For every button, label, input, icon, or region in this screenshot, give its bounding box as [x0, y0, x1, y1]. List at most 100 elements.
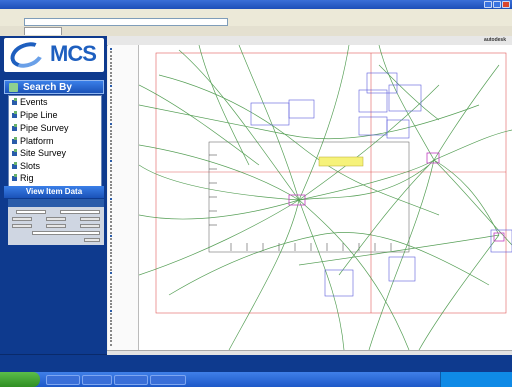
layer-row[interactable] — [110, 122, 140, 125]
layer-row[interactable] — [110, 231, 140, 234]
form-button[interactable] — [80, 224, 100, 228]
layer-row[interactable] — [110, 105, 140, 108]
layer-row[interactable] — [110, 214, 140, 217]
windows-start-button[interactable] — [0, 372, 40, 387]
layer-row[interactable] — [110, 156, 140, 159]
form-field[interactable] — [32, 231, 100, 235]
layer-row[interactable] — [110, 248, 140, 251]
minimize-icon[interactable] — [484, 1, 492, 8]
map-canvas[interactable] — [139, 45, 512, 350]
highlight-label[interactable] — [318, 156, 364, 167]
layer-row[interactable] — [110, 340, 140, 343]
layer-row[interactable] — [110, 292, 140, 295]
layer-row[interactable] — [110, 71, 140, 74]
layer-row[interactable] — [110, 61, 140, 64]
search-item-events[interactable]: Events — [12, 97, 48, 107]
form-button[interactable] — [12, 224, 32, 228]
layer-row[interactable] — [110, 51, 140, 54]
layer-row[interactable] — [110, 153, 140, 156]
search-item-site-survey[interactable]: Site Survey — [12, 148, 66, 158]
layer-row[interactable] — [110, 170, 140, 173]
layer-row[interactable] — [110, 306, 140, 309]
layer-row[interactable] — [110, 337, 140, 339]
address-input[interactable] — [24, 18, 228, 26]
layer-row[interactable] — [110, 207, 140, 210]
layer-row[interactable] — [110, 313, 140, 316]
layer-row[interactable] — [110, 282, 140, 285]
search-item-rig[interactable]: Rig — [12, 173, 34, 183]
layer-row[interactable] — [110, 245, 140, 248]
layer-row[interactable] — [110, 255, 140, 258]
layer-row[interactable] — [110, 92, 140, 95]
layer-row[interactable] — [110, 262, 140, 265]
taskbar-item[interactable] — [46, 375, 80, 385]
layer-row[interactable] — [110, 194, 140, 197]
form-field[interactable] — [16, 210, 46, 214]
taskbar-item[interactable] — [150, 375, 186, 385]
layer-row[interactable] — [110, 197, 140, 200]
form-field[interactable] — [60, 210, 100, 214]
go-button[interactable] — [84, 238, 100, 242]
layer-row[interactable] — [110, 116, 140, 118]
layer-row[interactable] — [110, 129, 140, 132]
layer-row[interactable] — [110, 78, 140, 81]
layer-row[interactable] — [110, 48, 140, 50]
layer-row[interactable] — [110, 272, 140, 275]
layer-row[interactable] — [110, 150, 140, 152]
layer-row[interactable] — [110, 126, 140, 129]
search-item-pipe-survey[interactable]: Pipe Survey — [12, 123, 69, 133]
layer-row[interactable] — [110, 309, 140, 312]
layer-row[interactable] — [110, 82, 140, 84]
close-icon[interactable] — [502, 1, 510, 8]
layer-row[interactable] — [110, 269, 140, 271]
layer-row[interactable] — [110, 286, 140, 288]
layer-row[interactable] — [110, 187, 140, 190]
layer-row[interactable] — [110, 58, 140, 61]
layer-row[interactable] — [110, 119, 140, 122]
layer-row[interactable] — [110, 326, 140, 329]
layer-row[interactable] — [110, 258, 140, 261]
layer-row[interactable] — [110, 190, 140, 193]
layer-row[interactable] — [110, 180, 140, 183]
layer-row[interactable] — [110, 279, 140, 282]
layer-row[interactable] — [110, 99, 140, 101]
layer-row[interactable] — [110, 143, 140, 146]
layer-row[interactable] — [110, 65, 140, 67]
search-item-slots[interactable]: Slots — [12, 161, 40, 171]
layer-row[interactable] — [110, 330, 140, 333]
layer-row[interactable] — [110, 177, 140, 180]
layer-row[interactable] — [110, 221, 140, 224]
layer-row[interactable] — [110, 201, 140, 203]
layer-row[interactable] — [110, 173, 140, 176]
layer-row[interactable] — [110, 146, 140, 149]
layer-row[interactable] — [110, 204, 140, 207]
view-item-data-button[interactable]: View Item Data — [4, 186, 104, 198]
layer-row[interactable] — [110, 184, 140, 186]
form-button[interactable] — [80, 217, 100, 221]
layer-row[interactable] — [110, 85, 140, 88]
search-item-pipe-line[interactable]: Pipe Line — [12, 110, 58, 120]
browser-tab[interactable] — [24, 27, 62, 35]
layer-row[interactable] — [110, 102, 140, 105]
layer-row[interactable] — [110, 275, 140, 278]
layer-row[interactable] — [110, 252, 140, 254]
layer-row[interactable] — [110, 68, 140, 71]
layer-row[interactable] — [110, 167, 140, 169]
layer-row[interactable] — [110, 235, 140, 237]
layer-row[interactable] — [110, 95, 140, 98]
layer-row[interactable] — [110, 218, 140, 220]
layer-row[interactable] — [110, 112, 140, 115]
layer-row[interactable] — [110, 343, 140, 346]
layer-row[interactable] — [110, 54, 140, 57]
layer-row[interactable] — [110, 241, 140, 244]
layer-row[interactable] — [110, 289, 140, 292]
taskbar-item[interactable] — [114, 375, 148, 385]
layer-row[interactable] — [110, 296, 140, 299]
layer-row[interactable] — [110, 160, 140, 163]
layer-row[interactable] — [110, 163, 140, 166]
search-item-platform[interactable]: Platform — [12, 136, 54, 146]
layer-row[interactable] — [110, 133, 140, 135]
layer-row[interactable] — [110, 224, 140, 227]
layer-row[interactable] — [110, 88, 140, 91]
layer-row[interactable] — [110, 136, 140, 139]
